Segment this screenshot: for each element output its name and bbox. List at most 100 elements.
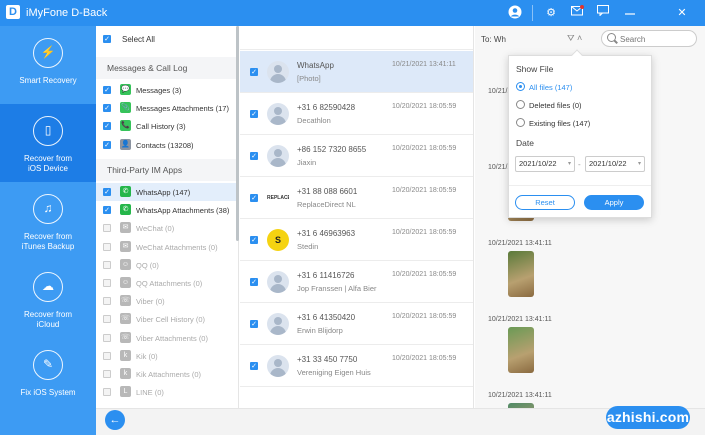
message-row[interactable]: ✓ +31 33 450 7750 Vereniging Eigen Huis 10/…: [240, 345, 473, 387]
category-item[interactable]: ☏ Viber Cell History (0): [96, 310, 238, 328]
category-checkbox[interactable]: [103, 351, 111, 360]
message-title: +31 88 088 6601: [297, 187, 358, 196]
reset-button[interactable]: Reset: [515, 195, 575, 210]
message-row[interactable]: ✓ +31 6 41350420 Erwin Blijdorp 10/20/2021 …: [240, 303, 473, 345]
category-checkbox[interactable]: [103, 315, 111, 324]
message-date: 10/21/2021 13:41:11: [392, 61, 456, 68]
category-checkbox[interactable]: [103, 224, 111, 233]
sidebar-item-fix-ios[interactable]: ✎ Fix iOS System: [0, 338, 96, 416]
category-item[interactable]: ✉ WeChat (0): [96, 219, 238, 237]
sidebar-item-smart-recovery[interactable]: ⚡ Smart Recovery: [0, 26, 96, 104]
message-checkbox[interactable]: ✓: [250, 110, 258, 118]
filter-icon[interactable]: ⛛ ˄: [567, 33, 582, 44]
category-item[interactable]: ✓ ✆ WhatsApp Attachments (38): [96, 201, 238, 219]
message-subtitle: Decathlon: [297, 116, 331, 125]
user-icon[interactable]: [507, 5, 523, 21]
contact-avatar: [267, 313, 289, 335]
recipient-label: To: Wh: [481, 35, 506, 44]
message-row[interactable]: ✓ REPLACE DIRECT +31 88 088 6601 ReplaceDir…: [240, 177, 473, 219]
category-item[interactable]: ☺ QQ Attachments (0): [96, 274, 238, 292]
category-checkbox[interactable]: ✓: [103, 122, 111, 131]
message-checkbox[interactable]: ✓: [250, 194, 258, 202]
chevron-down-icon: ▾: [637, 161, 641, 167]
photo-thumbnail[interactable]: [508, 251, 534, 297]
category-checkbox[interactable]: ✓: [103, 86, 111, 94]
category-label: Contacts (13208): [136, 140, 194, 150]
category-item[interactable]: ✉ WeChat Attachments (0): [96, 238, 238, 256]
category-item[interactable]: ☏ Viber Attachments (0): [96, 329, 238, 347]
message-list-panel: ✓ WhatsApp [Photo] 10/21/2021 13:41:11 ✓ +31 …: [240, 26, 474, 409]
sidebar-item-itunes-backup[interactable]: ♫ Recover from iTunes Backup: [0, 182, 96, 260]
category-icon: L: [120, 386, 131, 398]
sidebar-item-icloud[interactable]: ☁ Recover from iCloud: [0, 260, 96, 338]
close-icon[interactable]: ✕: [674, 5, 690, 21]
message-row[interactable]: ✓ +31 6 11416726 Jop Franssen | Alfa Bier 1…: [240, 261, 473, 303]
message-checkbox[interactable]: ✓: [250, 152, 258, 160]
category-label: LINE (0): [136, 388, 164, 398]
category-item[interactable]: ✓ 💬 Messages (3): [96, 81, 238, 99]
date-separator: -: [578, 160, 581, 169]
category-icon: ✆: [120, 186, 131, 197]
category-label: Viber (0): [136, 297, 165, 307]
deleted-files-label[interactable]: Deleted files (0): [529, 101, 582, 110]
gear-icon[interactable]: ⚙: [543, 5, 559, 21]
category-checkbox[interactable]: [103, 370, 111, 378]
category-checkbox[interactable]: ✓: [103, 140, 111, 149]
existing-files-label[interactable]: Existing files (147): [529, 119, 590, 128]
category-scrollbar[interactable]: [236, 26, 239, 241]
category-item[interactable]: ✓ ✆ WhatsApp (147): [96, 183, 238, 201]
category-item[interactable]: ✓ 👤 Contacts (13208): [96, 136, 238, 154]
message-row[interactable]: ✓ +86 152 7320 8655 Jiaxin 10/20/2021 18:05…: [240, 135, 473, 177]
date-from-select[interactable]: 2021/10/22 ▾: [515, 156, 575, 172]
category-checkbox[interactable]: [103, 279, 111, 287]
message-title: +31 6 11416726: [297, 271, 355, 280]
category-checkbox[interactable]: [103, 388, 111, 397]
all-files-label[interactable]: All files (147): [529, 83, 572, 92]
music-icon: ♫: [33, 194, 63, 224]
message-checkbox[interactable]: ✓: [250, 362, 258, 370]
message-row[interactable]: ✓ S +31 6 46963963 Stedin 10/20/2021 18:05:5…: [240, 219, 473, 261]
bottom-bar: ← azhishi.com: [96, 406, 705, 435]
sidebar-item-ios-device[interactable]: ▯ Recover from iOS Device: [0, 104, 96, 182]
category-checkbox[interactable]: ✓: [103, 188, 111, 196]
category-item[interactable]: k Kik Attachments (0): [96, 365, 238, 383]
message-row[interactable]: ✓ WhatsApp [Photo] 10/21/2021 13:41:11: [240, 51, 473, 93]
all-files-radio[interactable]: [516, 82, 525, 91]
category-item[interactable]: L LINE (0): [96, 383, 238, 401]
photo-thumbnail[interactable]: [508, 327, 534, 373]
select-all-checkbox[interactable]: ✓: [103, 35, 111, 43]
date-to-select[interactable]: 2021/10/22 ▾: [585, 156, 645, 172]
category-checkbox[interactable]: ✓: [103, 104, 111, 113]
apply-button[interactable]: Apply: [584, 195, 644, 210]
search-input[interactable]: [620, 33, 692, 45]
message-title: +31 6 82590428: [297, 103, 356, 112]
message-row[interactable]: ✓ +31 6 82590428 Decathlon 10/20/2021 18:05…: [240, 93, 473, 135]
existing-files-radio[interactable]: [516, 118, 525, 127]
message-title: +31 6 46963963: [297, 229, 356, 238]
back-button[interactable]: ←: [105, 410, 125, 430]
category-item[interactable]: ☏ Viber (0): [96, 292, 238, 310]
category-item[interactable]: ☺ QQ (0): [96, 256, 238, 274]
category-checkbox[interactable]: ✓: [103, 206, 111, 215]
message-checkbox[interactable]: ✓: [250, 68, 258, 76]
mail-icon[interactable]: [569, 5, 585, 21]
message-subtitle: Vereniging Eigen Huis: [297, 368, 371, 377]
category-checkbox[interactable]: [103, 242, 111, 251]
message-checkbox[interactable]: ✓: [250, 278, 258, 286]
search-box[interactable]: [601, 30, 697, 47]
category-label: WhatsApp (147): [136, 188, 191, 197]
category-item[interactable]: ✓ 📎 Messages Attachments (17): [96, 99, 238, 117]
message-checkbox[interactable]: ✓: [250, 236, 258, 244]
category-label: Messages Attachments (17): [136, 104, 229, 114]
category-checkbox[interactable]: [103, 333, 111, 342]
category-item[interactable]: ✓ 📞 Call History (3): [96, 117, 238, 135]
category-checkbox[interactable]: [103, 260, 111, 269]
category-item[interactable]: k Kik (0): [96, 347, 238, 365]
deleted-files-radio[interactable]: [516, 100, 525, 109]
category-checkbox[interactable]: [103, 297, 111, 306]
minimize-icon[interactable]: [622, 5, 638, 21]
message-subtitle: [Photo]: [297, 74, 321, 83]
message-subtitle: Stedin: [297, 242, 319, 251]
feedback-icon[interactable]: [595, 5, 611, 21]
message-checkbox[interactable]: ✓: [250, 320, 258, 328]
